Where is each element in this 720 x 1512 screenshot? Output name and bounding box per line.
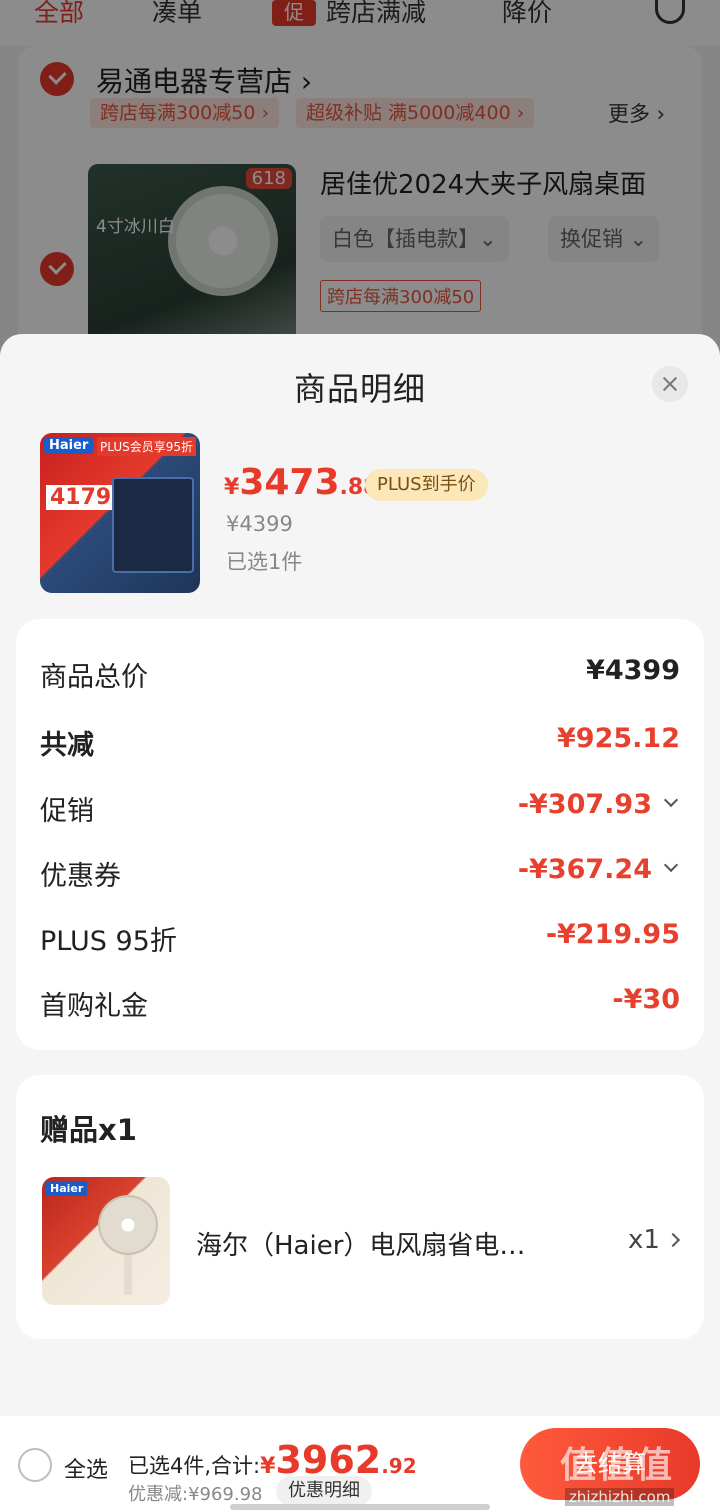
total-currency: ¥ — [260, 1454, 276, 1479]
chevron-right-icon[interactable] — [665, 1232, 681, 1248]
original-price: ¥4399 — [226, 512, 293, 536]
sheet-title: 商品明细 — [293, 370, 426, 408]
gift-card: 赠品x1 Haier 海尔（Haier）电风扇省电… x1 — [16, 1075, 704, 1339]
total-summary: 已选4件,合计:¥3962.92 — [128, 1438, 417, 1482]
checkout-bar: 全选 已选4件,合计:¥3962.92 优惠减:¥969.98 优惠明细 去结算… — [0, 1416, 720, 1512]
selected-summary: 已选4件,合计: — [128, 1454, 261, 1478]
chevron-down-icon[interactable] — [663, 792, 679, 808]
watermark-url: zhizhizhi.com — [565, 1488, 675, 1506]
summary-value: -¥367.24 — [517, 854, 652, 885]
summary-value: -¥30 — [612, 984, 680, 1015]
summary-value: -¥307.93 — [517, 789, 652, 820]
summary-value: ¥925.12 — [557, 723, 680, 754]
select-all-label[interactable]: 全选 — [64, 1452, 108, 1484]
summary-label: PLUS 95折 — [40, 926, 177, 957]
gift-image[interactable]: Haier — [42, 1177, 170, 1305]
gift-name[interactable]: 海尔（Haier）电风扇省电… — [196, 1225, 525, 1262]
image-plus-tag: PLUS会员享95折 — [97, 437, 196, 456]
fan-image — [98, 1195, 158, 1255]
discount-detail-button[interactable]: 优惠明细 — [276, 1476, 372, 1506]
summary-label: 共减 — [40, 730, 94, 761]
watermark: 值值值 — [560, 1445, 675, 1486]
selected-count: 已选1件 — [226, 550, 303, 574]
total-decimal: .92 — [381, 1454, 417, 1478]
summary-row-total: 商品总价 ¥4399 — [40, 655, 680, 695]
plus-price: ¥3473.88 — [224, 462, 379, 503]
water-heater-image — [112, 477, 194, 573]
price-summary-card: 商品总价 ¥4399 共减 ¥925.12 促销 -¥307.93 优惠券 -¥… — [16, 619, 704, 1050]
summary-label: 商品总价 — [40, 662, 148, 693]
image-price: 4179 — [46, 485, 116, 510]
summary-label: 优惠券 — [40, 861, 121, 892]
close-icon[interactable] — [652, 366, 688, 402]
plus-price-badge: PLUS到手价 — [365, 469, 488, 501]
price-integer: 3473 — [239, 462, 340, 503]
summary-value: ¥4399 — [586, 655, 680, 686]
home-indicator — [230, 1504, 490, 1510]
summary-row-promo[interactable]: 促销 -¥307.93 — [40, 789, 680, 829]
summary-value: -¥219.95 — [545, 919, 680, 950]
fan-stand-image — [124, 1255, 132, 1295]
brand-logo: Haier — [44, 437, 94, 454]
discount-text: 优惠减:¥969.98 — [128, 1484, 263, 1505]
select-all-radio[interactable] — [18, 1448, 52, 1482]
brand-logo: Haier — [46, 1181, 88, 1196]
summary-label: 首购礼金 — [40, 991, 148, 1022]
gift-quantity: x1 — [628, 1225, 660, 1255]
chevron-down-icon[interactable] — [663, 857, 679, 873]
price-currency: ¥ — [224, 475, 240, 500]
summary-row-coupon[interactable]: 优惠券 -¥367.24 — [40, 854, 680, 894]
summary-row-first-gift: 首购礼金 -¥30 — [40, 984, 680, 1024]
product-detail-sheet: 商品明细 Haier PLUS会员享95折 4179 ¥3473.88 PLUS… — [0, 334, 720, 1416]
product-image[interactable]: Haier PLUS会员享95折 4179 — [40, 433, 200, 593]
summary-row-plus95: PLUS 95折 -¥219.95 — [40, 919, 680, 959]
summary-label: 促销 — [40, 796, 94, 827]
gift-title: 赠品x1 — [40, 1113, 137, 1147]
summary-row-reduced: 共减 ¥925.12 — [40, 723, 680, 763]
